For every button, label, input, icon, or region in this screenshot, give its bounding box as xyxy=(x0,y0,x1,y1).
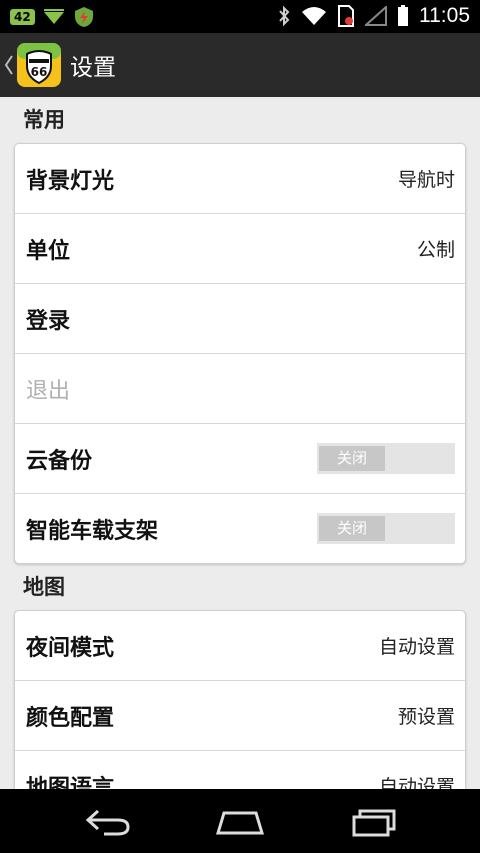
setting-login[interactable]: 登录 xyxy=(15,284,465,354)
settings-card-map: 夜间模式 自动设置 颜色配置 预设置 地图语言 自动设置 xyxy=(14,610,466,789)
setting-label: 颜色配置 xyxy=(26,705,115,731)
toggle-thumb: 关闭 xyxy=(319,516,385,541)
setting-label: 云备份 xyxy=(26,448,93,474)
setting-value: 公制 xyxy=(416,239,455,261)
recent-apps-button-icon[interactable] xyxy=(350,803,398,839)
car-mount-toggle[interactable]: 关闭 xyxy=(317,513,455,544)
notification-count-badge: 42 xyxy=(10,9,35,25)
setting-backlight[interactable]: 背景灯光 导航时 xyxy=(15,144,465,214)
wifi-icon xyxy=(302,7,326,25)
setting-color-scheme[interactable]: 颜色配置 预设置 xyxy=(15,681,465,751)
setting-night-mode[interactable]: 夜间模式 自动设置 xyxy=(15,611,465,681)
clock: 11:05 xyxy=(419,4,470,27)
app-logo-icon[interactable]: 66 xyxy=(16,42,62,88)
setting-value: 自动设置 xyxy=(378,636,455,658)
download-icon xyxy=(43,9,64,24)
section-header-common: 常用 xyxy=(23,108,65,132)
signal-icon xyxy=(365,6,387,26)
page-title: 设置 xyxy=(70,55,116,81)
setting-label: 登录 xyxy=(26,308,71,334)
section-header-map: 地图 xyxy=(23,575,65,599)
status-bar: 42 11:05 xyxy=(0,0,480,33)
navigation-bar xyxy=(0,789,480,853)
settings-list[interactable]: 常用 背景灯光 导航时 单位 公制 登录 退出 云备份 关闭 智能车载支架 关闭 xyxy=(0,97,480,789)
setting-logout: 退出 xyxy=(15,354,465,424)
setting-label: 夜间模式 xyxy=(26,635,115,661)
setting-map-language[interactable]: 地图语言 自动设置 xyxy=(15,751,465,790)
sim-card-error-icon xyxy=(338,5,354,27)
battery-icon xyxy=(398,5,408,26)
setting-cloud-backup[interactable]: 云备份 关闭 xyxy=(15,424,465,494)
setting-label: 退出 xyxy=(26,378,71,404)
cloud-backup-toggle[interactable]: 关闭 xyxy=(317,443,455,474)
home-button-icon[interactable] xyxy=(214,803,266,839)
security-shield-icon xyxy=(74,7,93,27)
setting-label: 背景灯光 xyxy=(26,168,115,194)
toggle-thumb: 关闭 xyxy=(319,446,385,471)
bluetooth-icon xyxy=(279,5,290,27)
action-bar: 66 设置 xyxy=(0,33,480,97)
up-navigation-button[interactable] xyxy=(2,33,16,97)
notification-icons: 42 xyxy=(10,6,95,28)
setting-smart-car-mount[interactable]: 智能车载支架 关闭 xyxy=(15,494,465,563)
setting-label: 单位 xyxy=(26,238,71,264)
setting-label: 智能车载支架 xyxy=(26,518,159,544)
svg-text:66: 66 xyxy=(31,65,48,79)
back-button-icon[interactable] xyxy=(84,803,132,839)
system-icons: 11:05 xyxy=(277,4,470,28)
setting-units[interactable]: 单位 公制 xyxy=(15,214,465,284)
setting-value: 预设置 xyxy=(397,706,455,728)
settings-card-common: 背景灯光 导航时 单位 公制 登录 退出 云备份 关闭 智能车载支架 关闭 xyxy=(14,143,466,564)
setting-value: 自动设置 xyxy=(378,776,455,789)
setting-value: 导航时 xyxy=(397,169,455,191)
setting-label: 地图语言 xyxy=(26,775,115,790)
chevron-left-icon xyxy=(4,55,13,75)
